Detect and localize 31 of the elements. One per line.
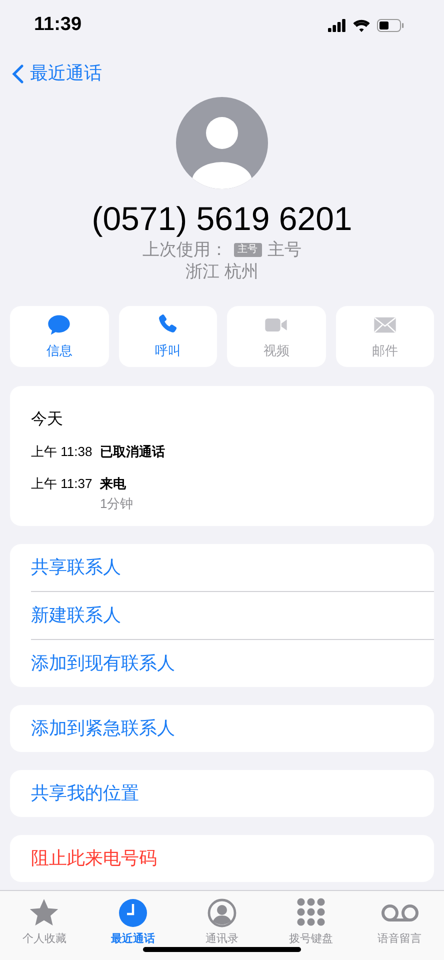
tab-item[interactable]: 最近通话	[88, 896, 178, 947]
status-time: 11:39	[34, 13, 82, 38]
phone-number: (0571) 5619 6201	[92, 198, 352, 238]
last-used-label: 上次使用：	[142, 238, 228, 260]
call-duration: 1分钟	[100, 494, 134, 512]
option-link[interactable]: 新建联系人	[31, 592, 434, 638]
action-button[interactable]: 呼叫	[118, 306, 217, 366]
action-button[interactable]: 信息	[10, 306, 108, 366]
call-time: 上午 11:37	[31, 474, 94, 492]
option-link[interactable]: 添加到现有联系人	[31, 640, 434, 686]
call-date: 今天	[31, 410, 64, 430]
tab-item[interactable]: 拨号键盘	[266, 896, 356, 947]
person-circle-icon	[206, 896, 238, 928]
back-button[interactable]: 最近通话	[12, 60, 102, 88]
tab-item[interactable]: 个人收藏	[0, 896, 89, 947]
location-text: 浙江 杭州	[186, 260, 258, 282]
battery-icon	[377, 19, 404, 32]
line-name: 主号	[268, 238, 302, 260]
option-link[interactable]: 共享联系人	[31, 544, 434, 590]
wifi-icon	[353, 19, 370, 32]
chevron-left-icon	[12, 64, 24, 84]
tab-item[interactable]: 语音留言	[355, 896, 444, 947]
call-type: 已取消通话	[100, 442, 165, 460]
tab-item[interactable]: 通讯录	[178, 896, 266, 947]
line-badge: 主号	[234, 242, 262, 256]
keypad-icon	[294, 896, 327, 928]
clock-icon	[117, 896, 150, 928]
signal-icon	[328, 19, 346, 32]
call-type: 来电	[100, 474, 127, 492]
call-time: 上午 11:38	[31, 442, 94, 460]
avatar-icon	[176, 96, 268, 188]
